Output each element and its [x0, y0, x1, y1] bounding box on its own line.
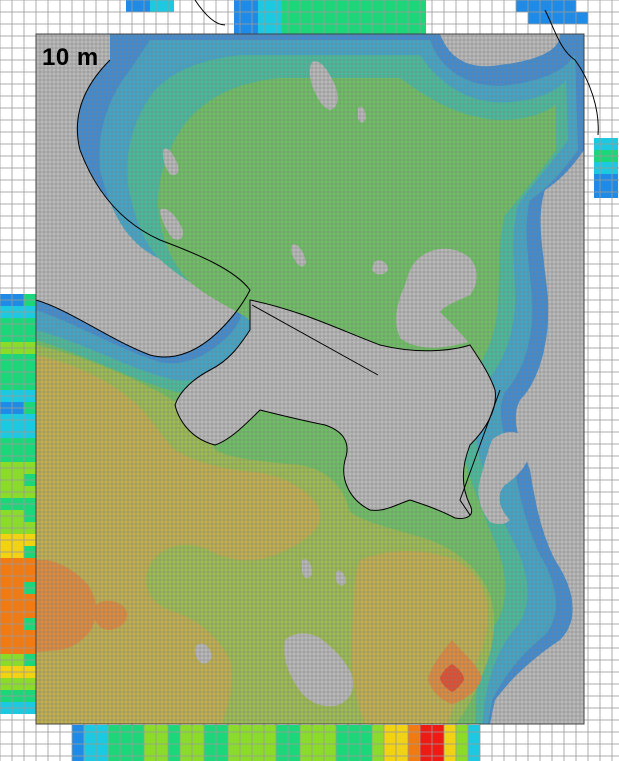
fine-grid-lines: [36, 34, 584, 724]
map-canvas: [0, 0, 619, 761]
flood-depth-map: 10 m: [0, 0, 619, 761]
fine-domain: [36, 34, 584, 724]
scale-label: 10 m: [42, 44, 99, 71]
